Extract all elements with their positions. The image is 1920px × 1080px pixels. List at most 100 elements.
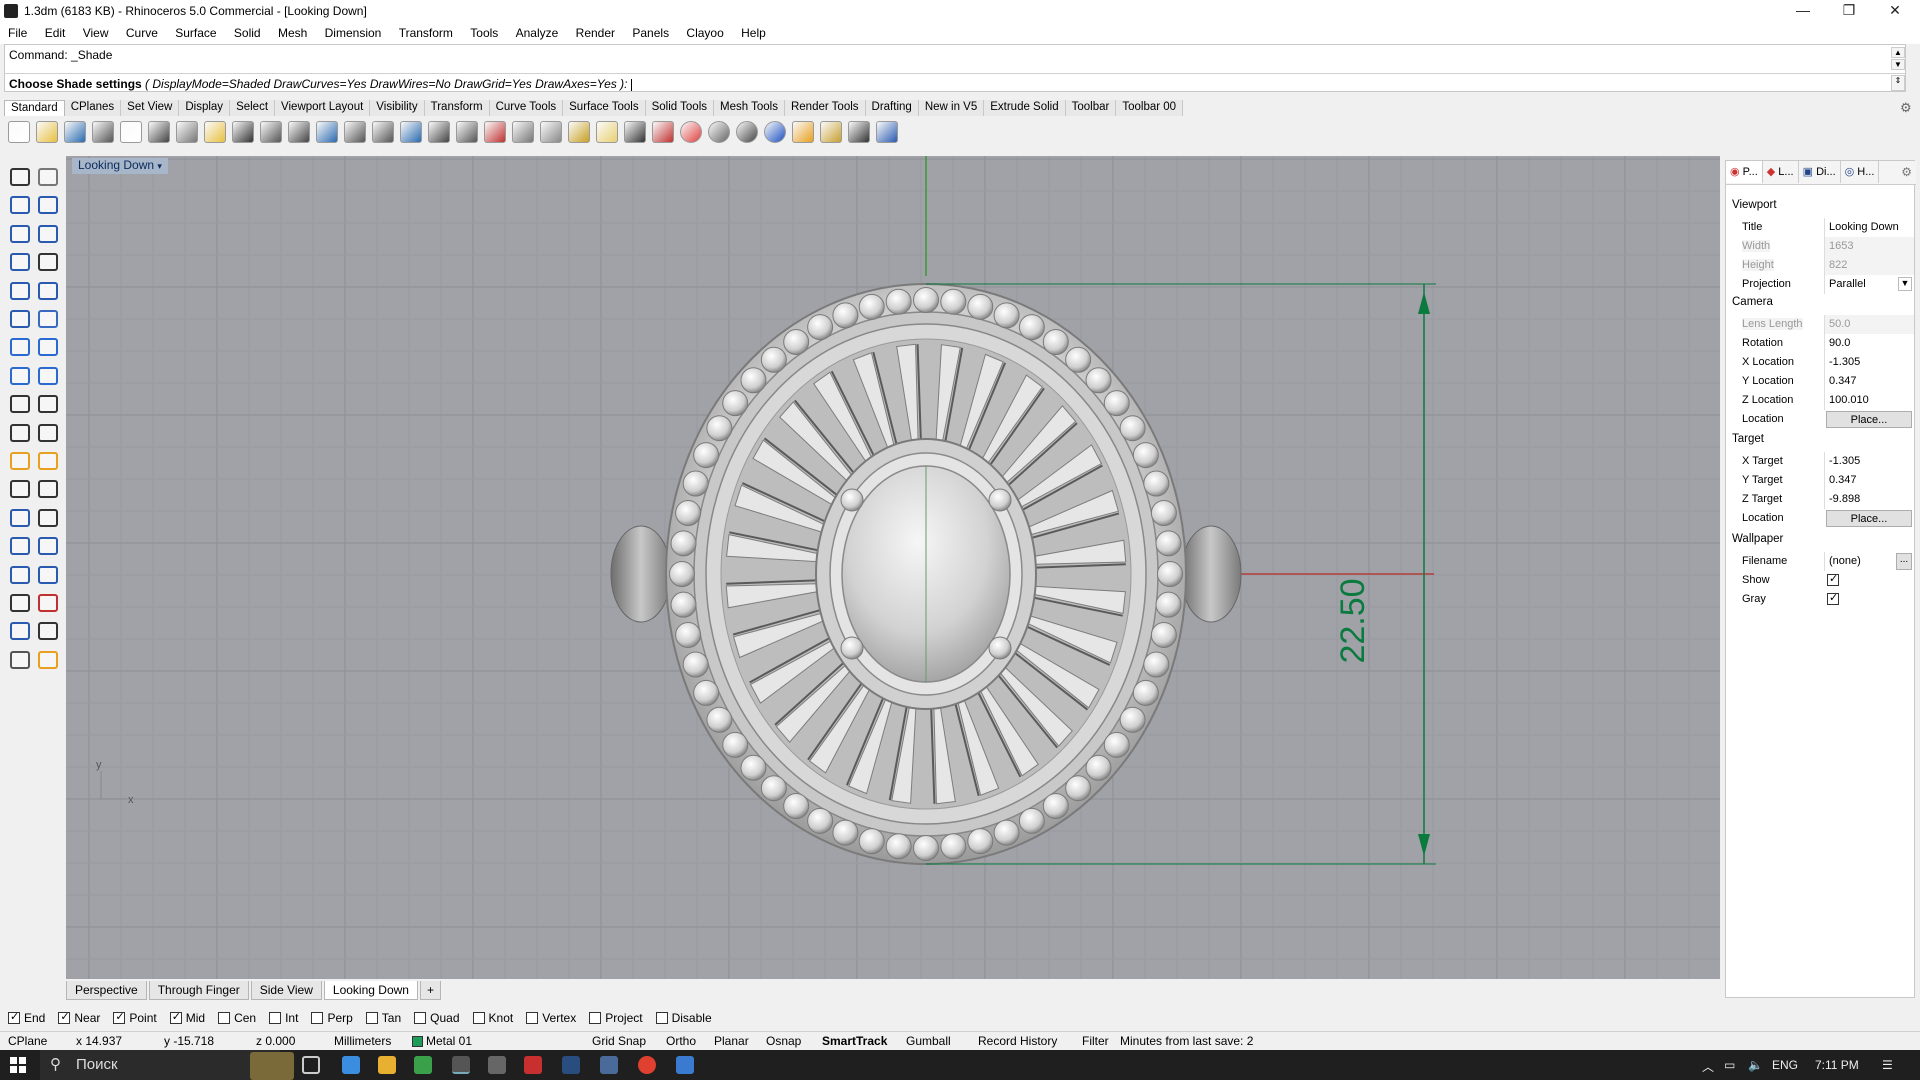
- tab-perspective[interactable]: Perspective: [66, 981, 147, 1000]
- car-icon[interactable]: [484, 121, 506, 143]
- camera-icon[interactable]: [512, 121, 534, 143]
- prompt-scroll-icon[interactable]: ⇕: [1891, 75, 1905, 91]
- cut-icon[interactable]: [148, 121, 170, 143]
- osnap-point[interactable]: Point: [113, 1010, 157, 1025]
- target-place-button[interactable]: Place...: [1826, 510, 1912, 527]
- menu-file[interactable]: File: [0, 22, 33, 40]
- copy-icon[interactable]: [176, 121, 198, 143]
- box-solid-icon[interactable]: [10, 338, 30, 357]
- extrude-icon[interactable]: [10, 366, 30, 385]
- ring-model[interactable]: [610, 283, 1242, 865]
- toolbar-settings-gear-icon[interactable]: ⚙: [1900, 100, 1912, 116]
- menu-clayoo[interactable]: Clayoo: [678, 22, 729, 40]
- wallpaper-show-checkbox[interactable]: [1827, 572, 1839, 586]
- notifications-icon[interactable]: ☰: [1882, 1058, 1893, 1072]
- tab-select[interactable]: Select: [230, 100, 276, 116]
- prop-gray-row[interactable]: Gray: [1726, 590, 1914, 609]
- prop-xloc-value[interactable]: -1.305: [1824, 353, 1914, 372]
- prop-filename-row[interactable]: Filename (none)...: [1726, 552, 1914, 571]
- prop-rotation-row[interactable]: Rotation 90.0: [1726, 334, 1914, 353]
- osnap-mid[interactable]: Mid: [169, 1010, 205, 1025]
- chrome-icon[interactable]: [638, 1056, 656, 1074]
- gear-icon[interactable]: [820, 121, 842, 143]
- toggle-record-history[interactable]: Record History: [978, 1034, 1057, 1048]
- prop-ytarget-value[interactable]: 0.347: [1824, 471, 1914, 490]
- tab-through-finger[interactable]: Through Finger: [148, 981, 249, 1000]
- osnap-perp[interactable]: Perp: [311, 1011, 353, 1025]
- menu-edit[interactable]: Edit: [37, 22, 72, 40]
- zoom-extents-icon[interactable]: [372, 121, 394, 143]
- cage-icon[interactable]: [10, 565, 30, 584]
- prop-ztarget-row[interactable]: Z Target -9.898: [1726, 490, 1914, 509]
- osnap-quad-checkbox[interactable]: [414, 1012, 427, 1024]
- app-icon-3[interactable]: [524, 1056, 542, 1074]
- osnap-project[interactable]: Project: [589, 1011, 643, 1025]
- leader-icon[interactable]: [38, 423, 58, 442]
- lock-icon[interactable]: [624, 121, 646, 143]
- history-scroll-down-icon[interactable]: ▼: [1891, 59, 1905, 70]
- prop-zloc-row[interactable]: Z Location 100.010: [1726, 391, 1914, 410]
- prop-yloc-value[interactable]: 0.347: [1824, 372, 1914, 391]
- osnap-end-checkbox[interactable]: [8, 1010, 20, 1024]
- app-icon-1[interactable]: [342, 1056, 360, 1074]
- osnap-end[interactable]: End: [8, 1010, 45, 1025]
- select-arrow-icon[interactable]: [10, 168, 30, 186]
- check-icon[interactable]: [38, 622, 58, 641]
- split-icon[interactable]: [38, 480, 58, 499]
- toggle-smarttrack[interactable]: SmartTrack: [822, 1034, 887, 1048]
- cortana-wallpaper-icon[interactable]: [250, 1052, 294, 1080]
- tab-toolbar[interactable]: Toolbar: [1065, 100, 1117, 116]
- osnap-near[interactable]: Near: [58, 1010, 100, 1025]
- tab-cplanes[interactable]: CPlanes: [64, 100, 122, 116]
- viewport-menu-chevron-icon[interactable]: ▾: [157, 161, 162, 171]
- toggle-grid-snap[interactable]: Grid Snap: [592, 1034, 646, 1048]
- curve-icon[interactable]: [38, 196, 58, 215]
- panel-tab-display[interactable]: ▣ Di...: [1799, 161, 1841, 183]
- osnap-knot-checkbox[interactable]: [472, 1012, 485, 1024]
- zoom-window-icon[interactable]: [344, 121, 366, 143]
- prop-rotation-value[interactable]: 90.0: [1824, 334, 1914, 353]
- paint-icon[interactable]: [38, 650, 58, 669]
- tab-render-tools[interactable]: Render Tools: [784, 100, 866, 116]
- osnap-project-checkbox[interactable]: [589, 1012, 602, 1024]
- app-icon-2[interactable]: [488, 1056, 506, 1074]
- panel-tab-properties[interactable]: ◉ P...: [1726, 161, 1763, 183]
- prop-zloc-value[interactable]: 100.010: [1824, 391, 1914, 410]
- prop-yloc-row[interactable]: Y Location 0.347: [1726, 372, 1914, 391]
- prop-xtarget-value[interactable]: -1.305: [1824, 452, 1914, 471]
- rectangle-icon[interactable]: [38, 253, 58, 272]
- toggle-ortho[interactable]: Ortho: [666, 1034, 696, 1048]
- chevron-down-icon[interactable]: ▼: [1898, 277, 1912, 291]
- spreadsheet-icon[interactable]: [414, 1056, 432, 1074]
- zoom-refresh-icon[interactable]: [428, 121, 450, 143]
- menu-panels[interactable]: Panels: [624, 22, 675, 40]
- maximize-button[interactable]: ❐: [1826, 0, 1872, 22]
- new-file-icon[interactable]: [8, 121, 30, 143]
- task-view-icon[interactable]: [302, 1056, 320, 1074]
- osnap-tan[interactable]: Tan: [365, 1011, 401, 1025]
- osnap-disable-checkbox[interactable]: [655, 1012, 668, 1024]
- osnap-disable[interactable]: Disable: [655, 1011, 712, 1025]
- app-icon-4[interactable]: [600, 1056, 618, 1074]
- toggle-gumball[interactable]: Gumball: [906, 1034, 951, 1048]
- prop-title-row[interactable]: Title Looking Down: [1726, 218, 1914, 237]
- osnap-mid-checkbox[interactable]: [169, 1010, 182, 1024]
- circle-icon[interactable]: [540, 121, 562, 143]
- command-area[interactable]: Command: _Shade Choose Shade settings ( …: [4, 44, 1906, 92]
- app-icon-5[interactable]: [676, 1056, 694, 1074]
- menu-mesh[interactable]: Mesh: [270, 22, 313, 40]
- menu-view[interactable]: View: [75, 22, 115, 40]
- help-icon[interactable]: [876, 121, 898, 143]
- volume-icon[interactable]: 🔈: [1748, 1058, 1763, 1072]
- prop-filename-value[interactable]: (none): [1824, 552, 1894, 571]
- prop-title-value[interactable]: Looking Down: [1824, 218, 1914, 237]
- tab-looking-down[interactable]: Looking Down: [323, 981, 418, 1000]
- fillet-icon[interactable]: [38, 366, 58, 385]
- lights-icon[interactable]: [10, 452, 30, 470]
- menu-solid[interactable]: Solid: [226, 22, 267, 40]
- osnap-cen[interactable]: Cen: [218, 1011, 256, 1025]
- group-icon[interactable]: [10, 537, 30, 556]
- polyline-icon[interactable]: [10, 196, 30, 215]
- open-file-icon[interactable]: [36, 121, 58, 143]
- steam-icon[interactable]: [562, 1056, 580, 1074]
